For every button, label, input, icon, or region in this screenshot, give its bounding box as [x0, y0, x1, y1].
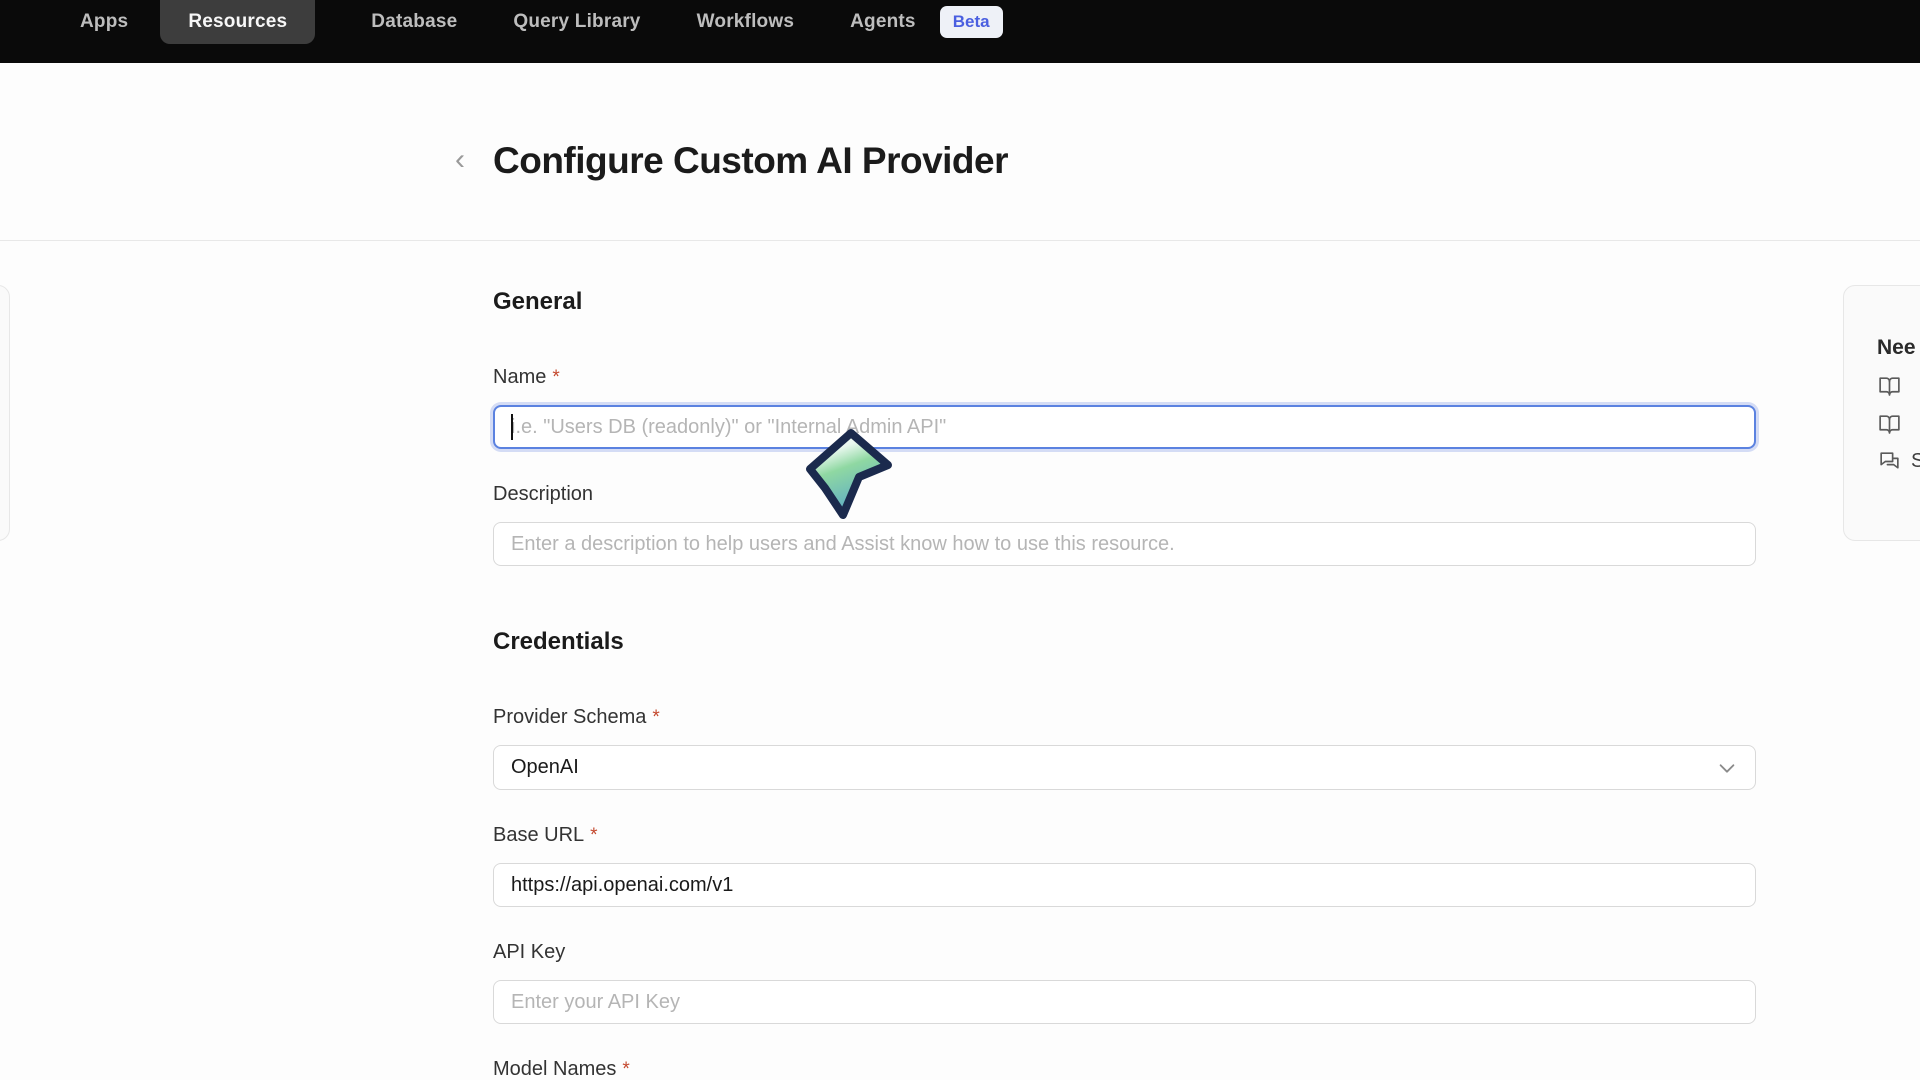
api-key-label: API Key	[493, 941, 565, 964]
model-names-label: Model Names	[493, 1058, 616, 1080]
config-form: General Name * Description Credentials P…	[493, 288, 1756, 1080]
required-asterisk: *	[552, 366, 559, 387]
left-panel-edge	[0, 285, 10, 541]
base-url-input[interactable]	[493, 863, 1756, 907]
description-input[interactable]	[493, 522, 1756, 566]
top-nav: Apps Resources Database Query Library Wo…	[0, 0, 1920, 63]
base-url-label: Base URL	[493, 824, 584, 847]
text-caret	[511, 414, 513, 440]
help-link-guide[interactable]	[1877, 411, 1920, 436]
back-chevron-icon[interactable]: ‹	[455, 141, 485, 181]
nav-item-resources-active[interactable]: Resources	[160, 0, 315, 44]
description-label: Description	[493, 483, 593, 506]
required-asterisk: *	[652, 706, 659, 727]
chat-icon	[1877, 449, 1902, 474]
description-label-row: Description	[493, 483, 1756, 506]
required-asterisk: *	[590, 824, 597, 845]
beta-badge: Beta	[940, 6, 1003, 38]
help-link-label: S	[1911, 450, 1920, 473]
nav-item-query-library[interactable]: Query Library	[513, 11, 640, 33]
provider-schema-label-row: Provider Schema *	[493, 706, 1756, 729]
base-url-label-row: Base URL *	[493, 824, 1756, 847]
nav-item-agents[interactable]: Agents	[850, 11, 916, 33]
nav-item-workflows[interactable]: Workflows	[697, 11, 795, 33]
nav-item-database[interactable]: Database	[371, 11, 457, 33]
required-asterisk: *	[622, 1058, 629, 1079]
nav-item-agents-wrap: Agents Beta	[850, 6, 1002, 38]
page-header: ‹ Configure Custom AI Provider	[455, 140, 1008, 182]
section-heading-credentials: Credentials	[493, 628, 1756, 656]
nav-item-apps[interactable]: Apps	[80, 11, 128, 33]
help-panel-heading: Nee	[1877, 336, 1920, 360]
screen: Apps Resources Database Query Library Wo…	[0, 0, 1920, 1080]
chevron-down-icon	[1716, 757, 1738, 779]
book-icon	[1877, 411, 1902, 436]
nav-row: Apps Resources Database Query Library Wo…	[80, 0, 1003, 44]
book-icon	[1877, 373, 1902, 398]
provider-schema-label: Provider Schema	[493, 706, 646, 729]
help-panel: Nee S	[1843, 285, 1920, 541]
page-title: Configure Custom AI Provider	[493, 140, 1008, 182]
nav-item-resources-label: Resources	[188, 11, 287, 33]
help-link-docs[interactable]	[1877, 373, 1920, 398]
name-label: Name	[493, 366, 546, 389]
api-key-label-row: API Key	[493, 941, 1756, 964]
header-divider	[0, 240, 1920, 241]
help-link-support[interactable]: S	[1877, 449, 1920, 474]
section-heading-general: General	[493, 288, 1756, 316]
provider-schema-select[interactable]: OpenAI	[493, 745, 1756, 790]
name-input[interactable]	[493, 405, 1756, 449]
provider-schema-value: OpenAI	[511, 756, 579, 779]
name-label-row: Name *	[493, 366, 1756, 389]
api-key-input[interactable]	[493, 980, 1756, 1024]
model-names-label-row: Model Names *	[493, 1058, 1756, 1080]
